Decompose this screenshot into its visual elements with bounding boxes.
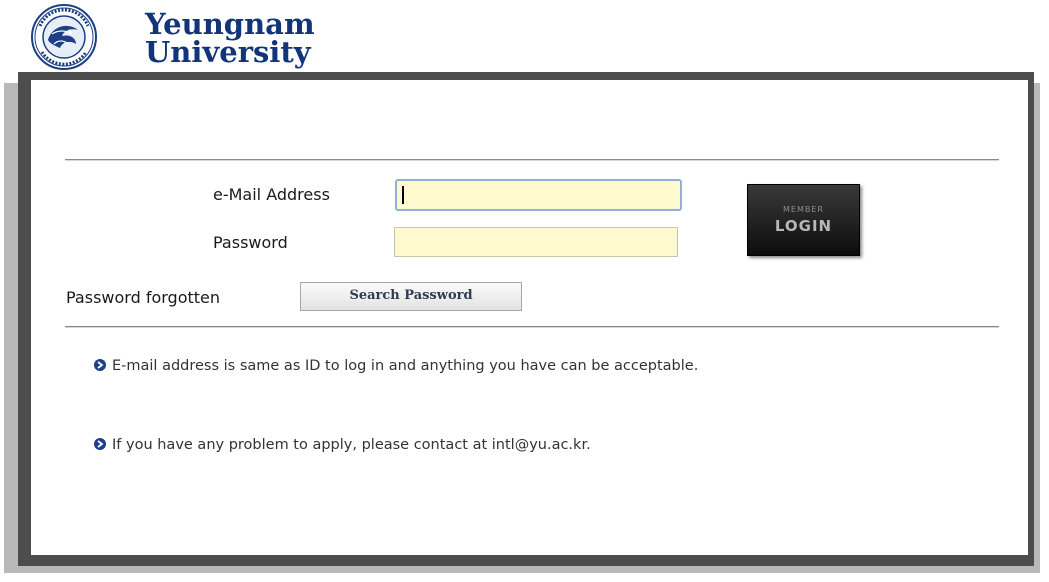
login-button-big-text: LOGIN [774, 217, 833, 235]
password-forgotten-label: Password forgotten [66, 288, 221, 307]
password-label: Password [213, 233, 288, 252]
member-login-button[interactable]: MEMBER LOGIN [747, 184, 860, 256]
university-logo[interactable]: Yeungnam University [30, 4, 360, 70]
search-password-button[interactable]: Search Password [300, 282, 522, 311]
text-caret [402, 186, 404, 204]
note-text: If you have any problem to apply, please… [112, 437, 591, 453]
email-label: e-Mail Address [213, 185, 330, 204]
university-seal-icon [31, 4, 97, 70]
login-card [31, 80, 1028, 555]
login-page: Yeungnam University e-Mail Address Passw… [0, 0, 1049, 582]
note-text: E-mail address is same as ID to log in a… [112, 358, 699, 374]
password-field[interactable] [394, 227, 678, 257]
note-item: If you have any problem to apply, please… [94, 437, 591, 453]
arrow-bullet-icon [94, 359, 106, 371]
logo-text-line2: University [145, 35, 311, 69]
divider-top [65, 159, 999, 161]
divider-bottom [65, 326, 999, 328]
email-field[interactable] [395, 179, 682, 211]
arrow-bullet-icon [94, 438, 106, 450]
login-button-small-text: MEMBER [783, 205, 824, 214]
note-item: E-mail address is same as ID to log in a… [94, 358, 698, 374]
